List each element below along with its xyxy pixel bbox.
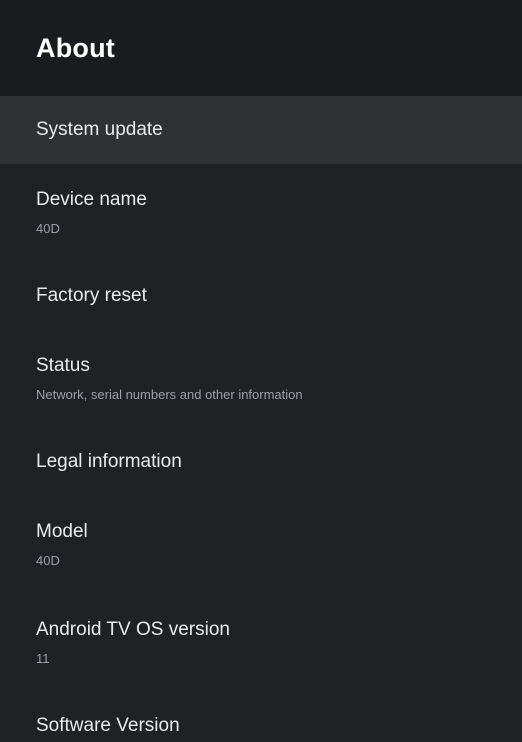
device-name-value: 40D (36, 221, 60, 236)
legal-information-item[interactable]: Legal information (0, 428, 522, 496)
model-item[interactable]: Model 40D (0, 496, 522, 594)
factory-reset-item[interactable]: Factory reset (0, 262, 522, 330)
software-version-label: Software Version (36, 715, 180, 736)
settings-list: System update Device name 40D Factory re… (0, 96, 522, 742)
device-name-label: Device name (36, 189, 147, 210)
android-tv-os-version-value: 11 (36, 651, 50, 666)
page-title: About (36, 32, 115, 63)
legal-information-label: Legal information (36, 451, 182, 472)
status-label: Status (36, 355, 90, 376)
about-screen: About System update Device name 40D Fact… (0, 0, 522, 742)
status-item[interactable]: Status Network, serial numbers and other… (0, 330, 522, 428)
header: About (0, 0, 522, 96)
status-description: Network, serial numbers and other inform… (36, 387, 303, 402)
android-tv-os-version-label: Android TV OS version (36, 619, 230, 640)
system-update-item[interactable]: System update (0, 96, 522, 164)
device-name-item[interactable]: Device name 40D (0, 164, 522, 262)
android-tv-os-version-item[interactable]: Android TV OS version 11 (0, 594, 522, 692)
model-value: 40D (36, 553, 60, 568)
factory-reset-label: Factory reset (36, 285, 147, 306)
software-version-item[interactable]: Software Version (0, 692, 522, 742)
model-label: Model (36, 521, 88, 542)
system-update-label: System update (36, 119, 163, 140)
